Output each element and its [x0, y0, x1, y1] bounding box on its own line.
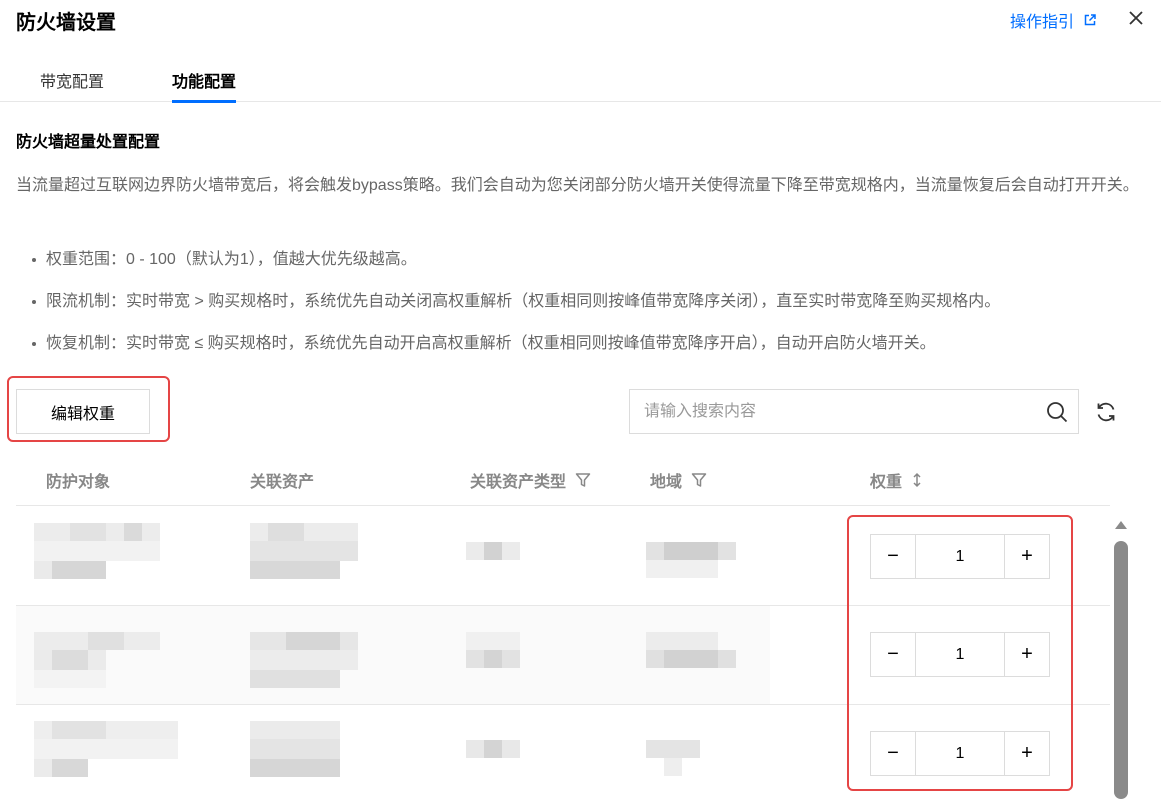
tab-bandwidth-config[interactable]: 带宽配置	[40, 68, 104, 102]
weight-stepper: − 1 +	[870, 632, 1050, 677]
sort-icon[interactable]	[911, 472, 923, 488]
column-associated-asset: 关联资产	[250, 468, 314, 492]
tab-function-config[interactable]: 功能配置	[172, 68, 237, 103]
column-label: 关联资产	[250, 474, 315, 491]
rule-weight-range: 权重范围：0 - 100（默认为1），值越大优先级越高。	[16, 246, 1000, 274]
scroll-up-arrow-icon[interactable]	[1114, 519, 1128, 531]
weight-stepper: − 1 +	[870, 731, 1050, 776]
search-box	[629, 389, 1079, 434]
close-icon[interactable]	[1126, 8, 1146, 28]
column-protected-object: 防护对象	[46, 468, 110, 492]
weight-stepper: − 1 +	[870, 534, 1050, 579]
search-input[interactable]	[644, 390, 1034, 433]
rule-list: 权重范围：0 - 100（默认为1），值越大优先级越高。 限流机制：实时带宽 >…	[16, 246, 1000, 372]
column-label: 防护对象	[46, 474, 111, 491]
guide-link[interactable]: 操作指引	[1010, 8, 1096, 32]
filter-icon[interactable]	[691, 472, 707, 488]
column-region: 地域	[650, 468, 707, 492]
decrement-button[interactable]: −	[871, 535, 916, 578]
decrement-button[interactable]: −	[871, 633, 916, 676]
scrollbar-thumb[interactable]	[1114, 541, 1128, 799]
increment-button[interactable]: +	[1004, 633, 1049, 676]
guide-link-label: 操作指引	[1010, 14, 1075, 31]
edit-weight-button[interactable]: 编辑权重	[16, 389, 150, 434]
decrement-button[interactable]: −	[871, 732, 916, 775]
rule-recovery: 恢复机制：实时带宽 ≤ 购买规格时，系统优先自动开启高权重解析（权重相同则按峰值…	[16, 330, 1000, 358]
weight-value[interactable]: 1	[916, 633, 1004, 676]
increment-button[interactable]: +	[1004, 535, 1049, 578]
tab-bar: 带宽配置 功能配置	[0, 56, 1161, 103]
column-label: 权重	[870, 474, 903, 491]
filter-icon[interactable]	[575, 472, 591, 488]
search-icon[interactable]	[1046, 401, 1068, 423]
section-title: 防火墙超量处置配置	[16, 134, 161, 151]
weight-value[interactable]: 1	[916, 535, 1004, 578]
weight-value[interactable]: 1	[916, 732, 1004, 775]
column-label: 关联资产类型	[470, 474, 567, 491]
refresh-icon[interactable]	[1094, 400, 1118, 424]
external-link-icon	[1084, 14, 1096, 26]
column-asset-type: 关联资产类型	[470, 468, 591, 492]
column-weight: 权重	[870, 468, 923, 492]
dialog-title: 防火墙设置	[16, 12, 116, 34]
column-label: 地域	[650, 474, 683, 491]
table-header: 防护对象 关联资产 关联资产类型 地域 权重	[16, 456, 1110, 506]
rule-throttle: 限流机制：实时带宽 > 购买规格时，系统优先自动关闭高权重解析（权重相同则按峰值…	[16, 288, 1000, 316]
section-description: 当流量超过互联网边界防火墙带宽后，将会触发bypass策略。我们会自动为您关闭部…	[16, 177, 1139, 194]
increment-button[interactable]: +	[1004, 732, 1049, 775]
